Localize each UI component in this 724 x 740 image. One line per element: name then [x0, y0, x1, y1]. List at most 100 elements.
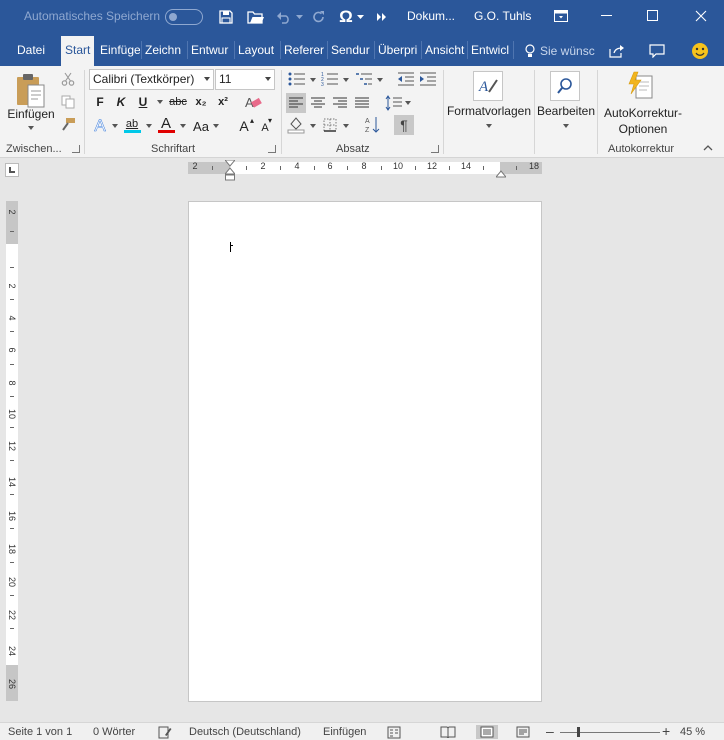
- paste-icon[interactable]: [13, 71, 49, 111]
- tab-ansicht[interactable]: Ansicht: [425, 36, 466, 66]
- format-painter-icon[interactable]: [60, 116, 76, 132]
- tab-referenzen[interactable]: Referer: [284, 36, 325, 66]
- tab-einfuegen[interactable]: Einfüge: [100, 36, 140, 66]
- right-indent-marker-icon[interactable]: [494, 167, 508, 181]
- web-layout-icon[interactable]: [514, 725, 532, 739]
- clear-formatting-icon[interactable]: A: [243, 92, 263, 112]
- autocorrect-options-icon[interactable]: [625, 69, 657, 103]
- tab-selector-icon[interactable]: [5, 163, 19, 177]
- print-layout-icon[interactable]: [476, 725, 498, 739]
- tab-sendungen[interactable]: Sendur: [331, 36, 372, 66]
- text-effects-button[interactable]: A: [90, 116, 110, 136]
- symbol-dropdown-icon[interactable]: [355, 6, 365, 28]
- more-commands-icon[interactable]: [374, 6, 390, 28]
- minimize-icon[interactable]: [584, 0, 630, 32]
- zoom-out-icon[interactable]: –: [546, 723, 554, 739]
- clipboard-dialog-launcher-icon[interactable]: [72, 145, 80, 153]
- macro-recording-icon[interactable]: [386, 725, 402, 739]
- comments-icon[interactable]: [645, 40, 669, 62]
- zoom-slider[interactable]: [560, 732, 660, 733]
- show-formatting-marks-button[interactable]: ¶: [394, 115, 414, 135]
- paste-label[interactable]: Einfügen: [6, 107, 56, 121]
- font-dialog-launcher-icon[interactable]: [268, 145, 276, 153]
- superscript-button[interactable]: x²: [213, 92, 233, 112]
- tab-ueberpruefen[interactable]: Überpri: [378, 36, 419, 66]
- change-case-button[interactable]: Aa: [191, 116, 211, 136]
- proofing-icon[interactable]: [157, 725, 173, 739]
- align-center-icon[interactable]: [308, 93, 328, 113]
- editing-label[interactable]: Bearbeiten: [536, 104, 596, 118]
- borders-dropdown-icon[interactable]: [343, 124, 349, 128]
- redo-icon[interactable]: [309, 6, 329, 28]
- zoom-level[interactable]: 45 %: [680, 726, 705, 738]
- strikethrough-button[interactable]: abc: [168, 92, 188, 112]
- editing-dropdown-icon[interactable]: [563, 124, 569, 128]
- indent-marker-icon[interactable]: [223, 159, 237, 182]
- share-icon[interactable]: [605, 40, 629, 62]
- styles-dropdown-icon[interactable]: [486, 124, 492, 128]
- font-color-dropdown-icon[interactable]: [180, 124, 186, 128]
- multilevel-list-icon[interactable]: [354, 71, 374, 87]
- align-left-icon[interactable]: [286, 93, 306, 113]
- line-spacing-icon[interactable]: [384, 93, 404, 113]
- bold-button[interactable]: F: [92, 92, 108, 112]
- autosave-toggle[interactable]: [165, 9, 203, 25]
- font-size-dropdown-icon[interactable]: [265, 77, 271, 81]
- bullets-icon[interactable]: [287, 71, 307, 87]
- smiley-feedback-icon[interactable]: [688, 40, 712, 62]
- zoom-in-icon[interactable]: +: [662, 723, 670, 739]
- paste-dropdown-icon[interactable]: [28, 126, 34, 130]
- tell-me-search[interactable]: Sie wünsc: [524, 36, 595, 66]
- decrease-indent-icon[interactable]: [396, 71, 416, 87]
- change-case-dropdown-icon[interactable]: [213, 124, 219, 128]
- save-icon[interactable]: [216, 6, 236, 28]
- language[interactable]: Deutsch (Deutschland): [189, 726, 301, 738]
- close-icon[interactable]: [678, 0, 724, 32]
- underline-button[interactable]: U: [135, 92, 151, 112]
- autocorrect-label-line2[interactable]: Optionen: [600, 122, 686, 136]
- autocorrect-label-line1[interactable]: AutoKorrektur-: [600, 106, 686, 120]
- numbering-icon[interactable]: 123: [320, 71, 340, 87]
- numbering-dropdown-icon[interactable]: [343, 78, 349, 82]
- increase-indent-icon[interactable]: [418, 71, 438, 87]
- cut-icon[interactable]: [60, 71, 76, 87]
- search-editing-icon[interactable]: [550, 71, 580, 101]
- text-effects-dropdown-icon[interactable]: [112, 124, 118, 128]
- underline-dropdown-icon[interactable]: [157, 100, 163, 104]
- borders-icon[interactable]: [320, 115, 340, 135]
- font-name-dropdown-icon[interactable]: [204, 77, 210, 81]
- line-spacing-dropdown-icon[interactable]: [405, 101, 411, 105]
- undo-dropdown-icon[interactable]: [294, 6, 304, 28]
- open-folder-icon[interactable]: [245, 6, 267, 28]
- font-size-combo[interactable]: 11: [215, 69, 275, 90]
- justify-icon[interactable]: [352, 93, 372, 113]
- read-mode-icon[interactable]: [439, 725, 457, 739]
- word-count[interactable]: 0 Wörter: [93, 726, 135, 738]
- tab-entwicklertools[interactable]: Entwicl: [471, 36, 510, 66]
- ribbon-display-options-icon[interactable]: [538, 0, 584, 32]
- tab-start[interactable]: Start: [61, 36, 94, 66]
- symbol-omega-icon[interactable]: Ω: [336, 6, 356, 28]
- align-right-icon[interactable]: [330, 93, 350, 113]
- vertical-ruler[interactable]: 2 2 4 6 8 10 12 14 16 18 20 22 24 26: [6, 201, 18, 701]
- font-name-combo[interactable]: Calibri (Textkörper): [89, 69, 214, 90]
- tab-layout[interactable]: Layout: [238, 36, 279, 66]
- maximize-icon[interactable]: [630, 0, 676, 32]
- sort-icon[interactable]: AZ: [363, 115, 383, 135]
- insert-mode[interactable]: Einfügen: [323, 726, 366, 738]
- styles-label[interactable]: Formatvorlagen: [446, 104, 532, 118]
- styles-gallery-icon[interactable]: A: [473, 71, 503, 101]
- shading-dropdown-icon[interactable]: [310, 124, 316, 128]
- document-page[interactable]: [188, 201, 542, 702]
- paragraph-dialog-launcher-icon[interactable]: [431, 145, 439, 153]
- subscript-button[interactable]: x₂: [191, 92, 211, 112]
- tab-zeichnen[interactable]: Zeichn: [145, 36, 185, 66]
- collapse-ribbon-icon[interactable]: [701, 142, 715, 154]
- copy-icon[interactable]: [60, 94, 76, 110]
- italic-button[interactable]: K: [113, 92, 129, 112]
- undo-icon[interactable]: [274, 6, 294, 28]
- highlight-dropdown-icon[interactable]: [146, 124, 152, 128]
- horizontal-ruler[interactable]: 2 2 4 6 8 10 12 14 18: [188, 161, 542, 174]
- tab-entwurf[interactable]: Entwur: [191, 36, 232, 66]
- shading-icon[interactable]: [286, 115, 306, 135]
